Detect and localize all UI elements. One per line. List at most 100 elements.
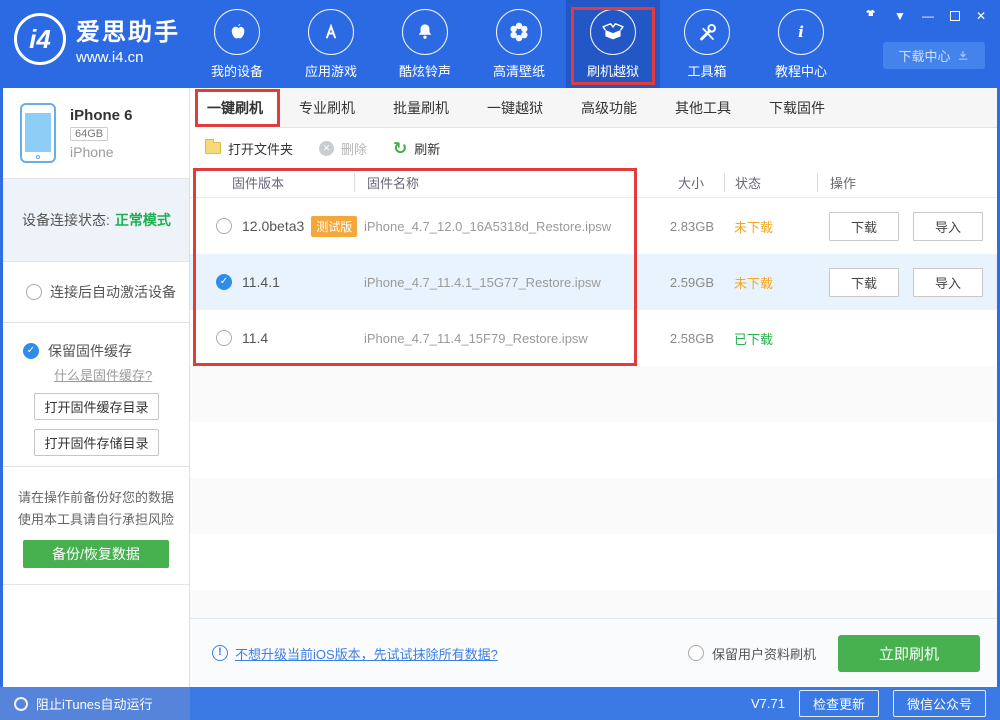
refresh-label: 刷新 [414, 141, 441, 157]
row-radio-unchecked[interactable] [216, 330, 232, 346]
main-nav: 我的设备 应用游戏 酷炫铃声 高清壁纸 刷机越狱 工具箱 i 教程中心 [190, 0, 848, 88]
flash-now-button[interactable]: 立即刷机 [838, 634, 980, 672]
download-center-button[interactable]: 下载中心 [883, 42, 985, 69]
nav-label: 教程中心 [774, 64, 827, 79]
firmware-row-11.4[interactable]: 11.4 iPhone_4.7_11.4_15F79_Restore.ipsw … [190, 310, 1000, 366]
tab-advanced[interactable]: 高级功能 [562, 88, 656, 128]
appstore-icon [308, 9, 354, 55]
flash-action-bar: ! 不想升级当前iOS版本，先试试抹除所有数据? 保留用户资料刷机 立即刷机 [190, 618, 1000, 687]
delete-icon: ✕ [319, 140, 335, 156]
delete-label: 删除 [341, 141, 368, 157]
connection-status-label: 设备连接状态: [22, 212, 110, 228]
tab-one-key-jailbreak[interactable]: 一键越狱 [468, 88, 562, 128]
firmware-row-12.0beta3[interactable]: 12.0beta3 测试版 iPhone_4.7_12.0_16A5318d_R… [190, 198, 1000, 254]
folder-icon [205, 139, 221, 154]
connection-status-value: 正常模式 [114, 212, 171, 228]
device-capacity-badge: 64GB [70, 126, 109, 141]
erase-link-text: 不想升级当前iOS版本，先试试抹除所有数据? [235, 646, 498, 662]
jailbreak-box-icon [590, 9, 636, 55]
nav-label: 酷炫铃声 [398, 64, 451, 79]
app-title: 爱思助手 [76, 19, 180, 46]
table-header: 固件版本 固件名称 大小 状态 操作 [190, 168, 1000, 198]
wrench-icon [684, 9, 730, 55]
bell-icon [402, 9, 448, 55]
open-folder-button[interactable]: 打开文件夹 [205, 139, 293, 158]
what-is-cache-link[interactable]: 什么是固件缓存? [54, 365, 189, 384]
backup-restore-button[interactable]: 备份/恢复数据 [23, 540, 169, 568]
exclamation-icon: ! [212, 645, 228, 661]
erase-data-link[interactable]: ! 不想升级当前iOS版本，先试试抹除所有数据? [212, 644, 498, 663]
download-firmware-button[interactable]: 下载 [829, 211, 899, 241]
nav-item-ringtones[interactable]: 酷炫铃声 [378, 0, 472, 88]
firmware-status: 已下载 [734, 331, 774, 347]
tab-other-tools[interactable]: 其他工具 [656, 88, 750, 128]
app-logo: i4 爱思助手 www.i4.cn [14, 12, 180, 66]
firmware-size: 2.59GB [669, 274, 714, 290]
tab-pro-flash[interactable]: 专业刷机 [280, 88, 374, 128]
backup-warning-line2: 使用本工具请自行承担风险 [17, 512, 174, 527]
keep-user-data-label: 保留用户资料刷机 [711, 646, 816, 662]
wechat-account-button[interactable]: 微信公众号 [892, 690, 986, 717]
open-folder-label: 打开文件夹 [228, 141, 294, 157]
column-firmware-version: 固件版本 [232, 176, 285, 191]
logo-i4-icon: i4 [14, 13, 66, 65]
menu-dropdown-icon[interactable]: ▼ [894, 9, 906, 23]
nav-item-tutorials[interactable]: i 教程中心 [754, 0, 848, 88]
import-firmware-button[interactable]: 导入 [913, 267, 983, 297]
app-window: i4 爱思助手 www.i4.cn 我的设备 应用游戏 酷炫铃声 高清壁纸 刷机… [0, 0, 1000, 720]
row-radio-unchecked[interactable] [216, 218, 232, 234]
firmware-cache-panel: ✓ 保留固件缓存 什么是固件缓存? 打开固件缓存目录 打开固件存储目录 [3, 323, 189, 467]
download-firmware-button[interactable]: 下载 [829, 267, 899, 297]
column-status: 状态 [724, 173, 804, 192]
empty-stripe [190, 366, 1000, 422]
empty-stripe [190, 534, 1000, 590]
keep-cache-checkbox[interactable]: ✓ [23, 343, 39, 359]
info-icon: i [778, 9, 824, 55]
block-itunes-radio[interactable] [14, 696, 28, 711]
empty-stripe [190, 422, 1000, 478]
tab-one-key-flash[interactable]: 一键刷机 [190, 88, 280, 128]
refresh-button[interactable]: ↻ 刷新 [393, 139, 440, 158]
column-size: 大小 [634, 173, 704, 192]
download-icon [958, 50, 967, 60]
nav-item-apps-games[interactable]: 应用游戏 [284, 0, 378, 88]
firmware-version: 11.4.1 [242, 274, 280, 290]
maximize-icon[interactable] [949, 10, 960, 21]
nav-item-toolbox[interactable]: 工具箱 [660, 0, 754, 88]
column-firmware-name: 固件名称 [354, 173, 634, 192]
sidebar: iPhone 6 64GB iPhone 设备连接状态: 正常模式 连接后自动激… [0, 88, 190, 687]
import-firmware-button[interactable]: 导入 [913, 211, 983, 241]
empty-stripe [190, 478, 1000, 534]
window-left-border [0, 88, 3, 687]
open-cache-dir-button[interactable]: 打开固件缓存目录 [34, 393, 159, 420]
nav-item-my-device[interactable]: 我的设备 [190, 0, 284, 88]
firmware-size: 2.58GB [669, 330, 714, 346]
close-icon[interactable]: ✕ [976, 9, 986, 23]
empty-stripe [190, 590, 1000, 618]
tab-batch-flash[interactable]: 批量刷机 [374, 88, 468, 128]
nav-label: 应用游戏 [304, 64, 357, 79]
minimize-icon[interactable]: — [922, 9, 934, 23]
device-name: iPhone 6 [70, 106, 133, 124]
auto-activate-radio[interactable] [26, 284, 42, 300]
tab-download-firmware[interactable]: 下载固件 [750, 88, 844, 128]
nav-item-wallpapers[interactable]: 高清壁纸 [472, 0, 566, 88]
check-update-button[interactable]: 检查更新 [798, 690, 879, 717]
device-panel: iPhone 6 64GB iPhone [3, 88, 189, 179]
window-controls: ▼ — ✕ [863, 7, 986, 24]
firmware-row-11.4.1[interactable]: ✓ 11.4.1 iPhone_4.7_11.4.1_15G77_Restore… [190, 254, 1000, 310]
row-radio-checked[interactable]: ✓ [216, 274, 232, 290]
tab-bar: 一键刷机 专业刷机 批量刷机 一键越狱 高级功能 其他工具 下载固件 [190, 88, 1000, 128]
firmware-name: iPhone_4.7_12.0_16A5318d_Restore.ipsw [364, 218, 612, 234]
nav-label: 高清壁纸 [492, 64, 545, 79]
nav-item-flash-jailbreak[interactable]: 刷机越狱 [566, 0, 660, 88]
nav-label: 刷机越狱 [586, 64, 639, 79]
connection-status-panel: 设备连接状态: 正常模式 [3, 179, 189, 262]
header: i4 爱思助手 www.i4.cn 我的设备 应用游戏 酷炫铃声 高清壁纸 刷机… [0, 0, 1000, 88]
delete-button[interactable]: ✕ 删除 [319, 139, 367, 158]
status-bar-right: V7.71 检查更新 微信公众号 [190, 687, 1000, 720]
skin-icon[interactable] [863, 7, 878, 24]
download-center-label: 下载中心 [898, 49, 951, 64]
keep-user-data-radio[interactable] [687, 645, 704, 661]
open-storage-dir-button[interactable]: 打开固件存储目录 [34, 429, 159, 456]
